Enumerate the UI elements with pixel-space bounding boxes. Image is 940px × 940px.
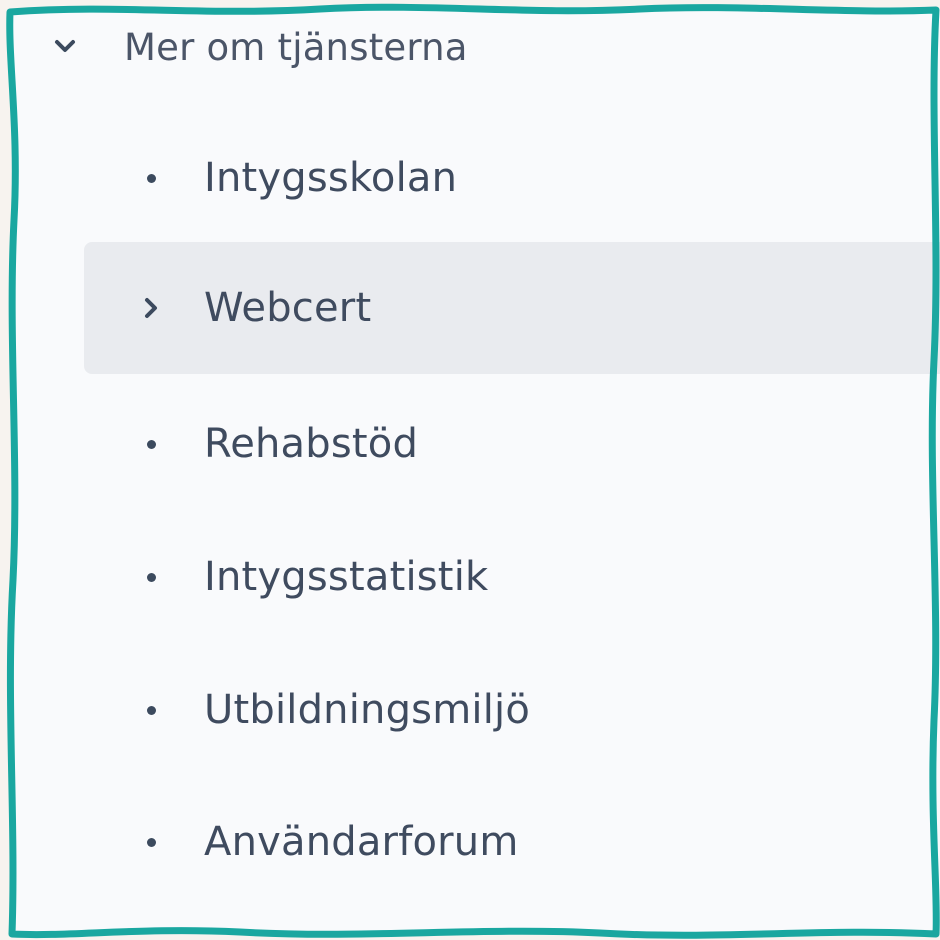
nav-item-intygsstatistik[interactable]: Intygsstatistik bbox=[84, 511, 940, 643]
bullet-icon bbox=[136, 695, 166, 725]
nav-item-rehabstod[interactable]: Rehabstöd bbox=[84, 378, 940, 510]
chevron-down-icon[interactable] bbox=[50, 32, 80, 62]
nav-item-webcert[interactable]: Webcert bbox=[84, 242, 940, 374]
nav-item-label: Rehabstöd bbox=[204, 421, 419, 467]
bullet-icon bbox=[136, 163, 166, 193]
nav-item-utbildningsmiljo[interactable]: Utbildningsmiljö bbox=[84, 644, 940, 776]
nav-item-label: Intygsskolan bbox=[204, 155, 458, 201]
nav-item-label: Användarforum bbox=[204, 819, 519, 865]
bullet-icon bbox=[136, 429, 166, 459]
nav-item-label: Intygsstatistik bbox=[204, 554, 489, 600]
section-header-mer-om-tjansterna[interactable]: Mer om tjänsterna bbox=[50, 20, 468, 74]
chevron-right-icon bbox=[136, 293, 166, 323]
bullet-icon bbox=[136, 562, 166, 592]
nav-item-anvandarforum[interactable]: Användarforum bbox=[84, 776, 940, 908]
side-navigation: Mer om tjänsterna Intygsskolan Webcert R… bbox=[0, 0, 940, 940]
nav-item-label: Webcert bbox=[204, 285, 372, 331]
nav-item-label: Utbildningsmiljö bbox=[204, 687, 530, 733]
screenshot-frame: Mer om tjänsterna Intygsskolan Webcert R… bbox=[0, 0, 940, 940]
bullet-icon bbox=[136, 827, 166, 857]
nav-item-intygsskolan[interactable]: Intygsskolan bbox=[84, 112, 940, 244]
section-title: Mer om tjänsterna bbox=[124, 25, 468, 69]
